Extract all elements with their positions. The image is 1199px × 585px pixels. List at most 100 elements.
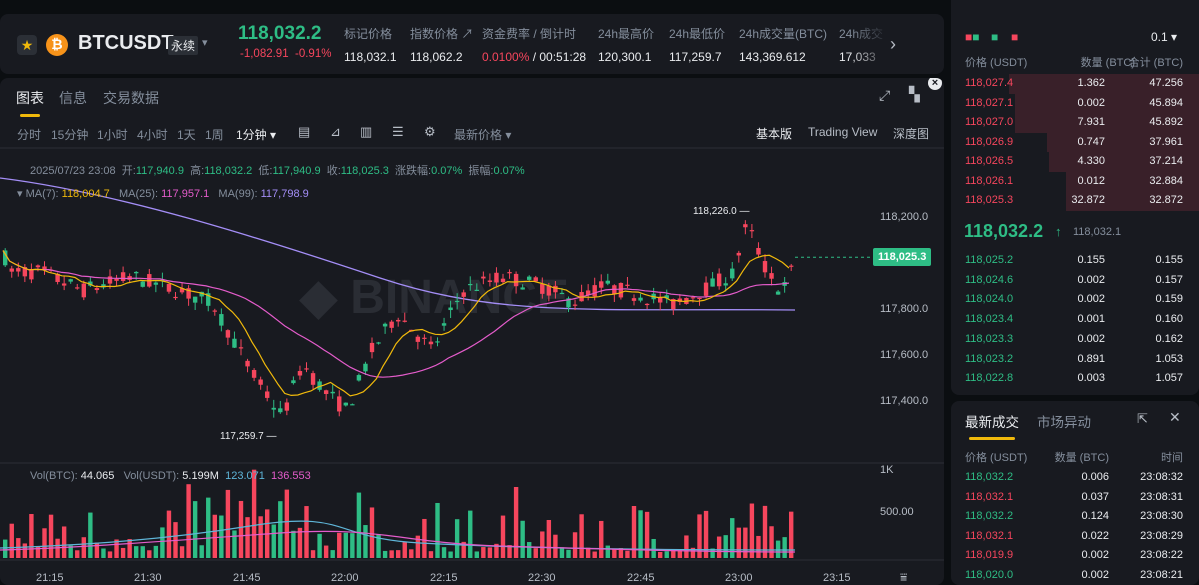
ask-row[interactable]: 118,025.3 32.872 32.872 <box>951 191 1199 211</box>
candle-body <box>350 404 355 406</box>
volume-bar <box>658 551 663 558</box>
chevron-right-icon[interactable]: › <box>890 34 896 55</box>
trade-time: 23:08:29 <box>1140 529 1183 542</box>
candle-body <box>520 287 525 290</box>
volume-bar <box>409 549 414 558</box>
trade-price: 118,032.1 <box>965 490 1014 503</box>
candle-body <box>500 278 506 283</box>
candle-body <box>258 379 263 385</box>
ask-total: 32.872 <box>1149 194 1183 206</box>
tab-latest-trades[interactable]: 最新成交 <box>965 411 1019 440</box>
chevron-down-icon[interactable]: ▾ <box>202 36 208 49</box>
bid-row[interactable]: 118,023.3 0.002 0.162 <box>951 330 1199 350</box>
volume-bar <box>389 550 394 558</box>
favorite-star-icon[interactable]: ★ <box>17 35 37 55</box>
volume-bar <box>572 532 578 558</box>
candlestick-chart[interactable]: ◆ BINANCE <box>0 78 944 585</box>
volume-bar <box>291 530 296 558</box>
popout-icon[interactable]: ⇱ <box>1137 411 1148 427</box>
tab-market-movers[interactable]: 市场异动 <box>1037 411 1091 431</box>
ask-row[interactable]: 118,027.1 0.002 45.894 <box>951 93 1199 113</box>
volume-bar <box>396 550 401 558</box>
col-time: 时间 <box>1161 452 1183 464</box>
candle-body <box>94 288 100 291</box>
ask-row[interactable]: 118,026.5 4.330 37.214 <box>951 152 1199 172</box>
orderbook-asks-icon[interactable]: ■ <box>1011 30 1018 44</box>
bid-price: 118,025.2 <box>965 254 1014 266</box>
price-axis-label: 117,400.0 <box>880 395 929 407</box>
candle-body <box>251 370 257 378</box>
volume-bar <box>337 532 342 558</box>
candle-body <box>376 342 381 344</box>
volume-bar <box>612 549 617 558</box>
stat-24h-volume: 24h成交量(BTC) 143,369.612 <box>739 27 828 64</box>
volume-bar <box>22 543 28 558</box>
symbol-name[interactable]: BTCUSDT <box>78 32 174 55</box>
candle-body <box>16 268 21 272</box>
candle-body <box>61 283 67 286</box>
trade-qty: 0.124 <box>1081 510 1109 522</box>
bid-qty: 0.891 <box>1077 352 1105 365</box>
bid-row[interactable]: 118,022.8 0.003 1.057 <box>951 369 1199 389</box>
bid-row[interactable]: 118,025.2 0.155 0.155 <box>951 251 1199 271</box>
time-axis-label: 23:15 <box>823 572 851 584</box>
precision-dropdown[interactable]: 0.1 ▾ <box>1151 30 1177 44</box>
ask-qty: 0.002 <box>1077 96 1105 109</box>
candle-body <box>775 291 781 295</box>
candle-body <box>271 407 276 410</box>
ask-qty: 7.931 <box>1077 116 1105 128</box>
candle-body <box>382 323 388 327</box>
candle-body <box>644 303 650 306</box>
candle-body <box>291 380 296 384</box>
orderbook-bids-icon[interactable]: ■ <box>991 30 998 44</box>
volume-bar <box>29 514 34 558</box>
volume-bar <box>107 551 113 558</box>
bid-row[interactable]: 118,023.4 0.001 0.160 <box>951 310 1199 330</box>
bid-row[interactable]: 118,024.6 0.002 0.157 <box>951 271 1199 291</box>
time-axis-label: 21:15 <box>36 572 64 584</box>
volume-bar <box>153 545 159 558</box>
ask-price: 118,027.4 <box>965 77 1014 89</box>
bid-total: 0.160 <box>1155 313 1183 326</box>
ask-row[interactable]: 118,026.9 0.747 37.961 <box>951 132 1199 152</box>
volume-bar <box>356 492 362 558</box>
candle-body <box>265 391 270 398</box>
time-axis-label: 21:30 <box>134 572 162 584</box>
candle-body <box>415 336 421 342</box>
candle-body <box>527 276 532 280</box>
ask-price: 118,026.5 <box>965 155 1014 167</box>
candle-body <box>716 273 722 287</box>
candle-body <box>461 292 466 297</box>
volume-bar <box>638 510 643 558</box>
volume-bar <box>789 511 794 558</box>
orderbook-mode-icon[interactable]: ■■ <box>965 30 980 44</box>
volume-bar <box>238 500 244 558</box>
candle-body <box>703 282 709 296</box>
volume-bar <box>435 502 440 558</box>
ask-row[interactable]: 118,027.0 7.931 45.892 <box>951 113 1199 133</box>
arrow-up-icon: ↑ <box>1055 224 1062 239</box>
candle-body <box>356 375 362 381</box>
bid-price: 118,022.8 <box>965 372 1014 385</box>
ask-row[interactable]: 118,027.4 1.362 47.256 <box>951 74 1199 94</box>
volume-bar <box>88 512 93 558</box>
trade-row: 118,020.0 0.002 23:08:21 <box>951 566 1199 585</box>
candle-body <box>723 283 728 286</box>
bid-price: 118,023.2 <box>965 352 1014 365</box>
volume-axis-label: 500.00 <box>880 506 914 518</box>
candle-body <box>730 268 735 279</box>
bid-total: 0.157 <box>1155 273 1183 286</box>
candle-body <box>396 319 401 322</box>
bid-row[interactable]: 118,024.0 0.002 0.159 <box>951 290 1199 310</box>
axis-settings-icon[interactable]: ⩸ <box>900 570 907 585</box>
bid-row[interactable]: 118,023.2 0.891 1.053 <box>951 350 1199 370</box>
trade-qty: 0.006 <box>1081 471 1109 483</box>
ticker-header: ★ ₿ BTCUSDT 永续 ▾ 118,032.2 -1,082.91 -0.… <box>0 14 944 74</box>
close-icon[interactable]: ✕ <box>1169 409 1181 426</box>
volume-bar <box>75 550 80 558</box>
ask-row[interactable]: 118,026.1 0.012 32.884 <box>951 171 1199 191</box>
ask-qty: 0.747 <box>1077 135 1105 148</box>
col-price: 价格 (USDT) <box>965 57 1028 69</box>
candle-body <box>225 330 231 338</box>
stat-index-price[interactable]: 指数价格 ↗ 118,062.2 <box>410 25 473 64</box>
